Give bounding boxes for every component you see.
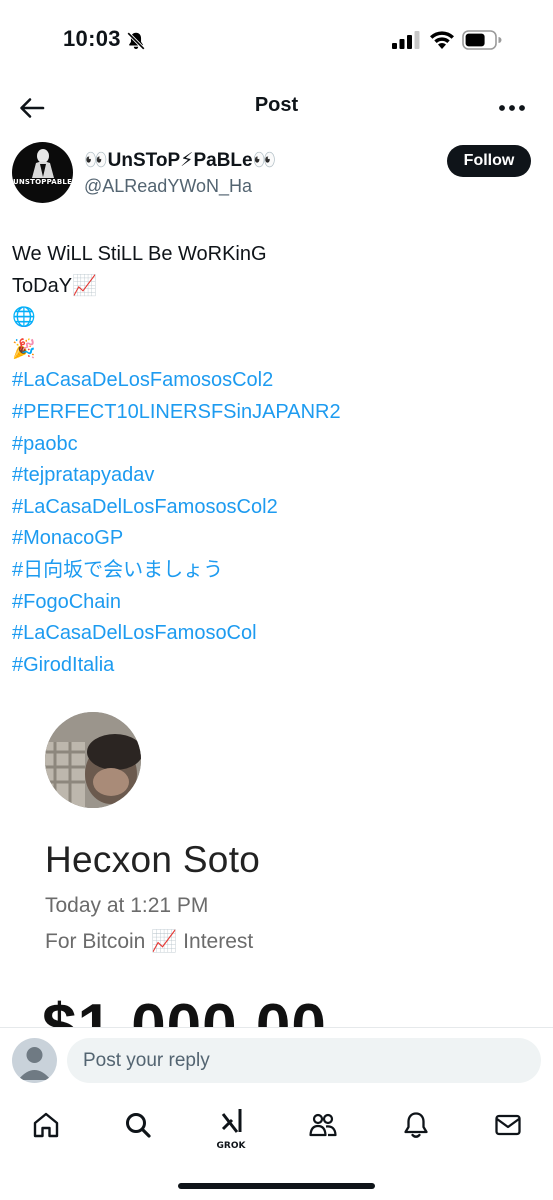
hashtag-link[interactable]: #FogoChain — [12, 587, 542, 619]
tab-grok[interactable]: GROK — [213, 1107, 249, 1151]
tab-messages[interactable] — [490, 1107, 526, 1143]
home-icon — [33, 1112, 59, 1138]
tab-search[interactable] — [120, 1107, 156, 1143]
tab-notifications[interactable] — [398, 1107, 434, 1143]
profile-photo-illustration — [45, 712, 141, 808]
post-text: We WiLL StiLL Be WoRKinG ToDaY📈 🌐 🎉 #LaC… — [12, 239, 542, 681]
post-line: ToDaY📈 — [12, 274, 97, 297]
media-amount: $1,000.00 — [42, 992, 327, 1030]
more-options-icon[interactable] — [496, 94, 528, 122]
search-icon — [126, 1113, 151, 1138]
tab-home[interactable] — [28, 1107, 64, 1143]
hashtag-link[interactable]: #paobc — [12, 429, 542, 461]
default-avatar-icon — [18, 1047, 51, 1080]
top-nav: Post — [0, 82, 553, 134]
hashtag-link[interactable]: #GirodItalia — [12, 650, 542, 682]
bell-off-icon — [127, 32, 145, 50]
author-display-name[interactable]: 👀UnSToP⚡PaBLe👀 — [84, 148, 276, 172]
media-note: For Bitcoin 📈 Interest — [45, 930, 254, 953]
post-line: 🌐 — [12, 306, 36, 329]
bell-icon — [404, 1112, 428, 1138]
cellular-signal-icon — [392, 31, 420, 49]
author-avatar[interactable]: UNSTOPPABLE — [12, 142, 73, 203]
media-timestamp: Today at 1:21 PM — [45, 894, 209, 917]
hashtag-link[interactable]: #tejpratapyadav — [12, 460, 542, 492]
battery-icon — [462, 30, 502, 50]
hashtag-link[interactable]: #LaCasaDelLosFamosoCol — [12, 618, 542, 650]
status-bar: 10:03 — [0, 0, 553, 82]
reply-bar — [0, 1027, 553, 1093]
hashtag-link[interactable]: #LaCasaDeLosFamososCol2 — [12, 365, 542, 397]
communities-icon — [309, 1113, 337, 1137]
mail-icon — [495, 1114, 521, 1136]
media-profile-photo — [45, 712, 141, 808]
status-time: 10:03 — [63, 26, 121, 51]
author-handle[interactable]: @ALReadYWoN_Ha — [84, 176, 252, 197]
post-media-image[interactable]: Hecxon Soto Today at 1:21 PM For Bitcoin… — [12, 695, 542, 1030]
media-person-name: Hecxon Soto — [45, 839, 261, 880]
hashtag-link[interactable]: #MonacoGP — [12, 523, 542, 555]
tab-communities[interactable] — [305, 1107, 341, 1143]
wifi-icon — [430, 31, 454, 49]
avatar-logo-text: UNSTOPPABLE — [12, 178, 73, 186]
follow-button[interactable]: Follow — [447, 145, 531, 177]
reply-input[interactable] — [67, 1038, 541, 1083]
hashtag-link[interactable]: #LaCasaDelLosFamososCol2 — [12, 492, 542, 524]
home-indicator — [178, 1183, 375, 1189]
user-avatar[interactable] — [12, 1038, 57, 1083]
hashtag-link[interactable]: #日向坂で会いましょう — [12, 555, 542, 587]
post-line: We WiLL StiLL Be WoRKinG — [12, 243, 267, 265]
hashtag-link[interactable]: #PERFECT10LINERSFSinJAPANR2 — [12, 397, 542, 429]
avatar-figure-icon — [32, 149, 54, 178]
page-title: Post — [254, 94, 299, 116]
grok-label: GROK — [216, 1141, 246, 1151]
bottom-tab-bar: GROK — [0, 1093, 553, 1200]
grok-icon — [221, 1109, 242, 1133]
post-line: 🎉 — [12, 337, 36, 360]
